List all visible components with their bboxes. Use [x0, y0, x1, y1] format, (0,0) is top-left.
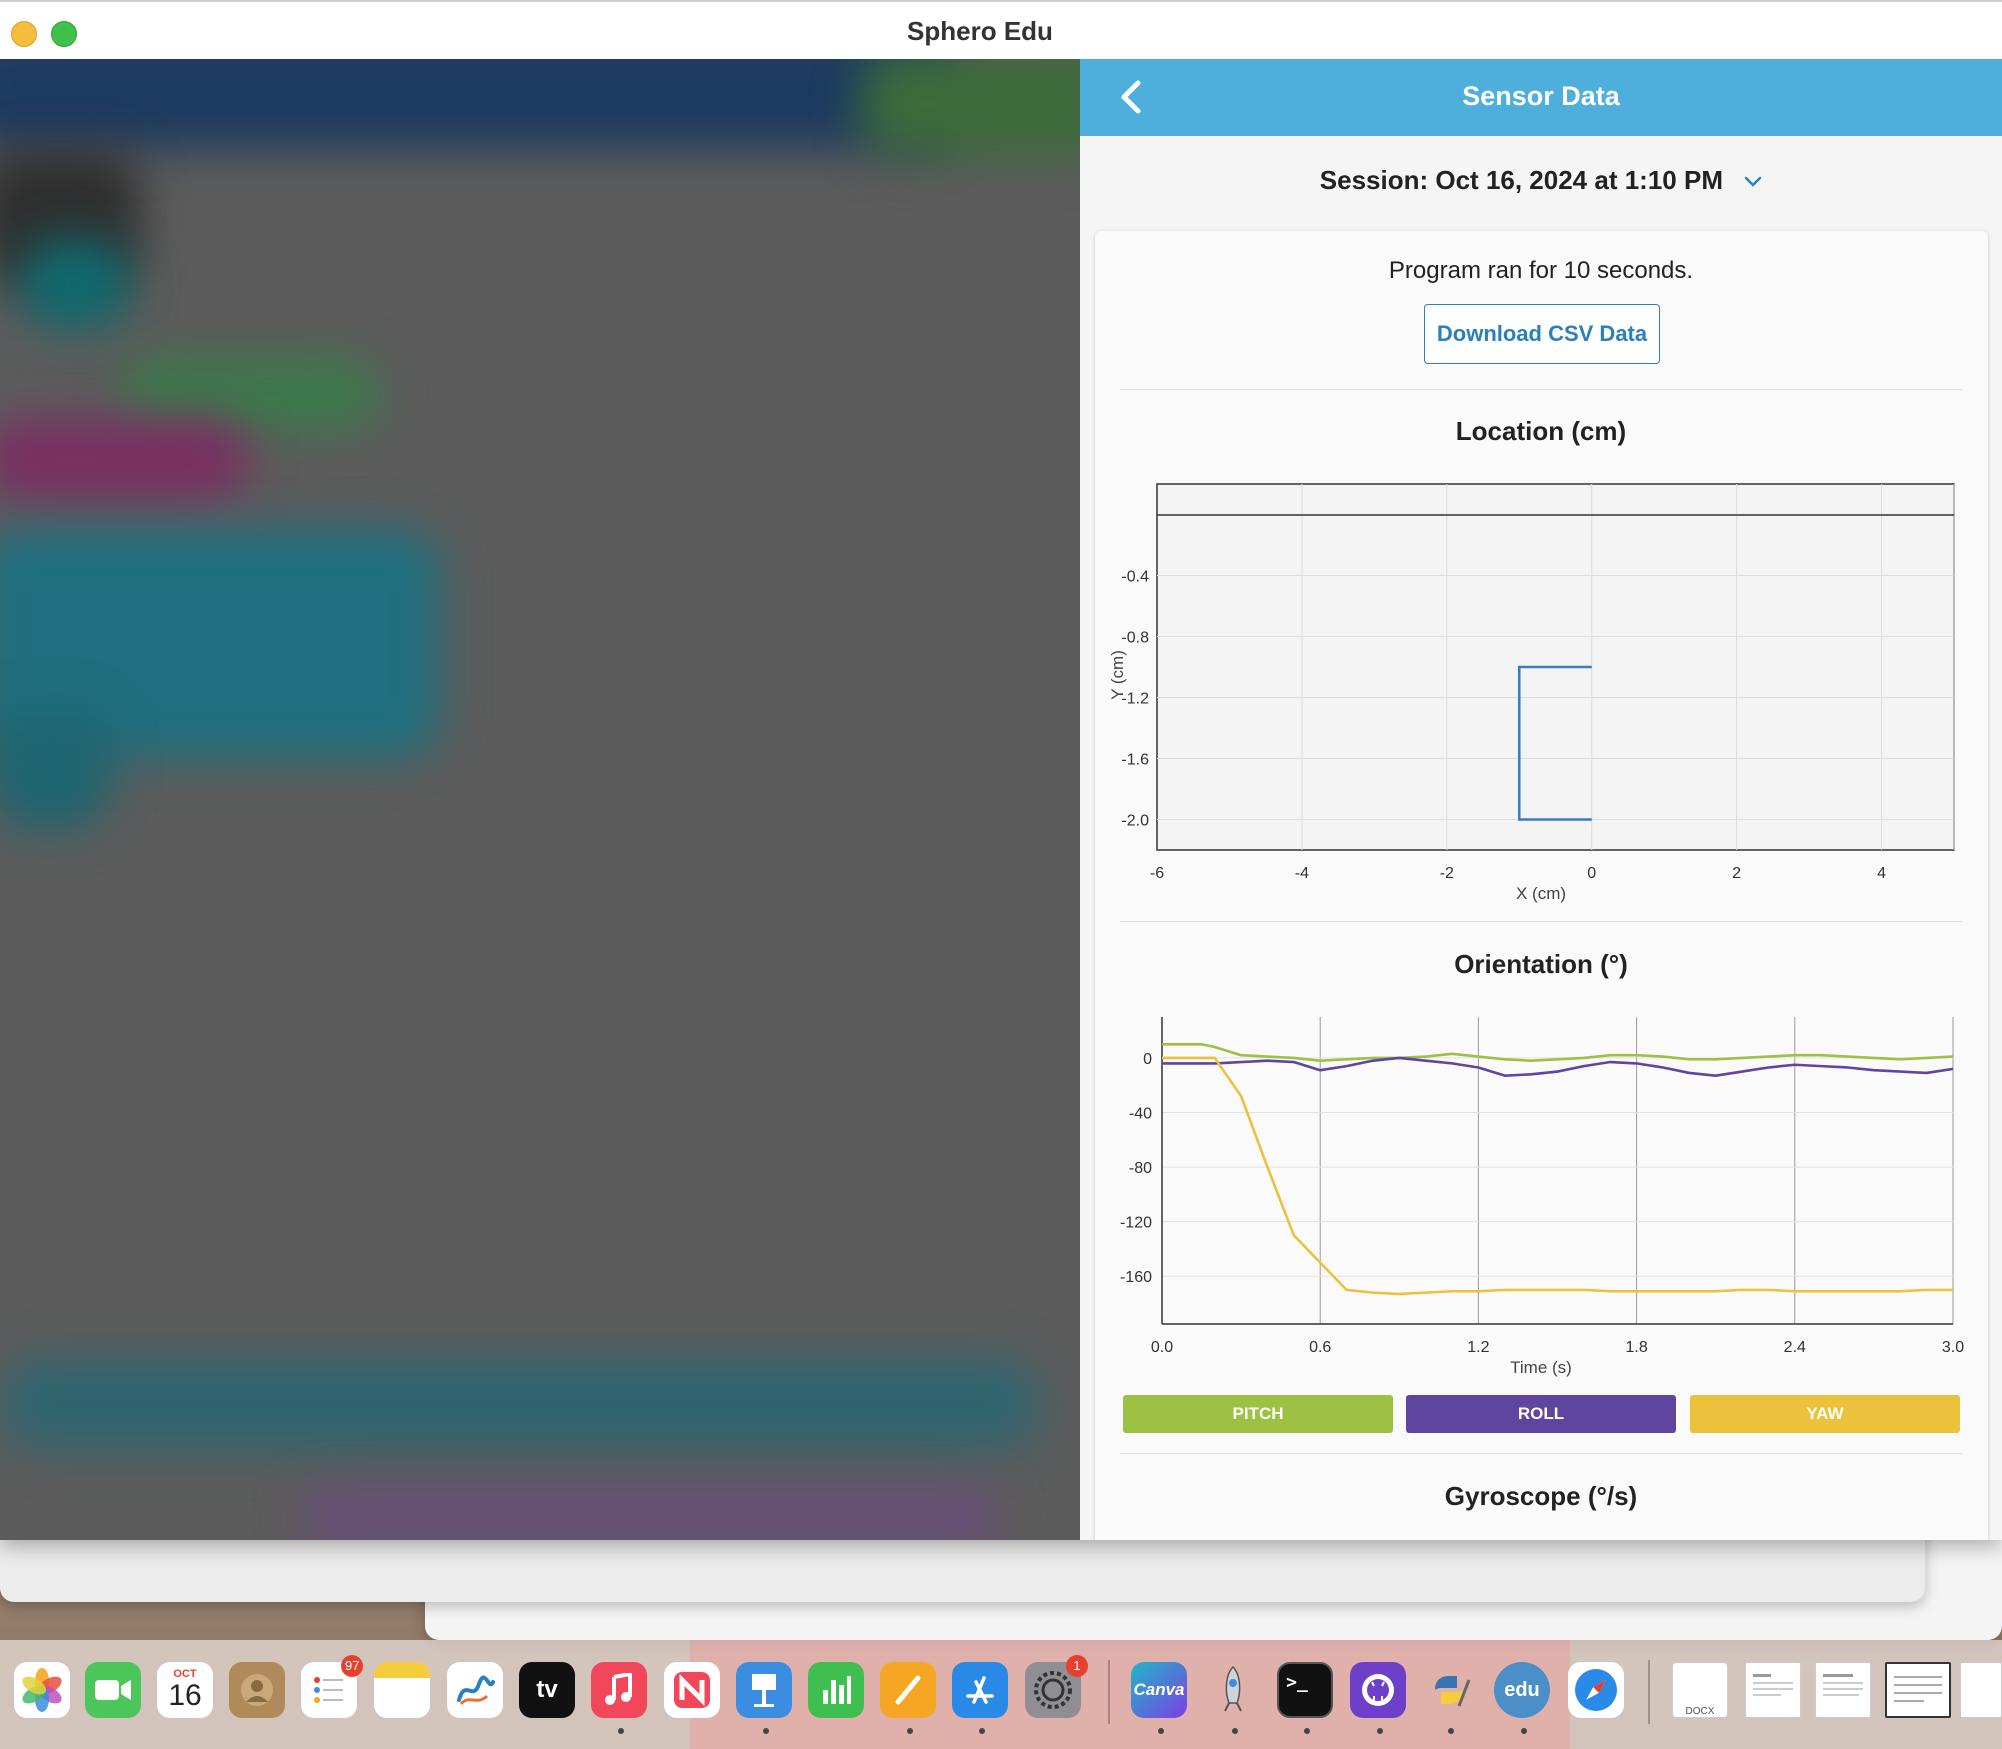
orientation-x-tick-label: 0.6: [1309, 1339, 1331, 1356]
orientation-chart: 0.0 0.6 1.2 1.8 2.4 3.0 0 -40 -80 -120 -160 Time …: [1120, 1017, 1964, 1377]
orientation-x-tick-label: 2.4: [1784, 1339, 1806, 1356]
docx-file-label: DOCX: [1685, 1706, 1715, 1717]
document-thumbnail-icon[interactable]: [1745, 1662, 1801, 1718]
title-bar[interactable]: Sphero Edu: [0, 0, 2002, 59]
screenshot-thumbnail-icon[interactable]: [1885, 1662, 1951, 1718]
running-indicator: [979, 1728, 985, 1734]
music-icon[interactable]: [591, 1662, 647, 1718]
python-idle-icon[interactable]: [1421, 1662, 1477, 1718]
contacts-icon[interactable]: [229, 1662, 285, 1718]
apple-tv-icon[interactable]: tv: [519, 1662, 575, 1718]
orientation-y-tick-label: -160: [1120, 1269, 1152, 1286]
safari-icon[interactable]: [1568, 1662, 1624, 1718]
facetime-icon[interactable]: [85, 1662, 141, 1718]
running-indicator: [907, 1728, 913, 1734]
orientation-x-tick-label: 1.2: [1467, 1339, 1489, 1356]
news-icon[interactable]: [664, 1662, 720, 1718]
orientation-y-tick-label: -40: [1129, 1106, 1152, 1123]
orientation-x-tick-label: 0.0: [1151, 1339, 1173, 1356]
numbers-icon[interactable]: [808, 1662, 864, 1718]
orientation-x-axis-label: Time (s): [1510, 1358, 1572, 1377]
running-indicator: [1158, 1728, 1164, 1734]
document-thumbnail-icon[interactable]: [1960, 1662, 2002, 1718]
settings-badge: 1: [1066, 1655, 1088, 1677]
app-store-icon[interactable]: [952, 1662, 1008, 1718]
dock-separator: [1648, 1660, 1650, 1724]
window-title: Sphero Edu: [907, 16, 1053, 46]
photos-icon[interactable]: [14, 1662, 70, 1718]
github-desktop-icon[interactable]: [1350, 1662, 1406, 1718]
sphero-edu-label: edu: [1504, 1678, 1540, 1701]
gyroscope-chart-title: Gyroscope (°/s): [1444, 1481, 1638, 1511]
orientation-x-tick-label: 3.0: [1942, 1339, 1964, 1356]
apple-tv-label: tv: [536, 1676, 558, 1703]
orientation-y-tick-label: -120: [1120, 1215, 1152, 1232]
sensor-data-panel: Sensor Data Session: Oct 16, 2024 at 1:1…: [1080, 59, 2002, 1540]
legend-roll-button[interactable]: ROLL: [1406, 1395, 1676, 1433]
running-indicator: [1448, 1728, 1454, 1734]
freeform-icon[interactable]: [447, 1662, 503, 1718]
orientation-x-tick-label: 1.8: [1625, 1339, 1647, 1356]
keynote-icon[interactable]: [736, 1662, 792, 1718]
running-indicator: [1377, 1728, 1383, 1734]
blurred-program-canvas: [0, 59, 1080, 1540]
orientation-y-tick-label: 0: [1143, 1051, 1152, 1068]
document-thumbnail-icon[interactable]: [1815, 1662, 1871, 1718]
running-indicator: [618, 1728, 624, 1734]
orientation-yaw-line: [1162, 1056, 1953, 1296]
running-indicator: [1521, 1728, 1527, 1734]
orientation-y-tick-label: -80: [1129, 1160, 1152, 1177]
running-indicator: [1304, 1728, 1310, 1734]
notes-icon[interactable]: [374, 1662, 430, 1718]
docx-file-icon[interactable]: DOCX: [1672, 1662, 1728, 1718]
dock-separator: [1108, 1660, 1110, 1724]
legend-pitch-button[interactable]: PITCH: [1123, 1395, 1393, 1433]
rocket-launchpad-icon[interactable]: [1205, 1662, 1261, 1718]
terminal-prompt-icon: >_: [1286, 1671, 1308, 1693]
canva-label: Canva: [1133, 1680, 1185, 1699]
terminal-icon[interactable]: >_: [1277, 1662, 1333, 1718]
legend-yaw-button[interactable]: YAW: [1690, 1395, 1960, 1433]
running-indicator: [763, 1728, 769, 1734]
running-indicator: [1232, 1728, 1238, 1734]
sphero-edu-icon[interactable]: edu: [1494, 1662, 1550, 1718]
pages-icon[interactable]: [880, 1662, 936, 1718]
divider: [1120, 1453, 1962, 1454]
app-window: Sphero Edu Sensor Data Session: Oct 16, …: [0, 0, 2002, 1540]
calendar-icon[interactable]: OCT 16: [157, 1662, 213, 1718]
canva-icon[interactable]: Canva: [1131, 1662, 1187, 1718]
calendar-day: 16: [168, 1679, 202, 1712]
